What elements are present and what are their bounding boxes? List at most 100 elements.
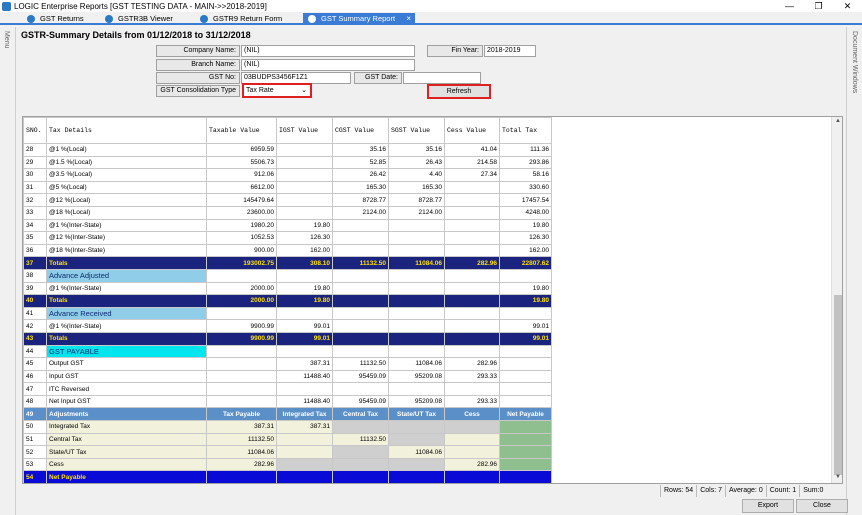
cell-tax-detail[interactable]: @5 %(Local) <box>46 180 207 195</box>
cell-cgst[interactable] <box>332 420 389 434</box>
cell-tax-detail[interactable]: Advance Received <box>46 306 207 321</box>
cell-tax-detail[interactable]: State/UT Tax <box>46 445 207 459</box>
cell-cgst[interactable]: 95459.09 <box>332 369 389 384</box>
cell-total[interactable]: 19.80 <box>499 294 552 308</box>
cell-taxable[interactable]: 6959.59 <box>206 143 277 157</box>
refresh-button[interactable]: Refresh <box>427 84 491 99</box>
cell-tax-detail[interactable]: @12 %(Local) <box>46 193 207 207</box>
tab-gst-summary-report[interactable]: GST Summary Report × <box>303 13 415 25</box>
cell-cess[interactable]: Cess <box>444 407 500 422</box>
cell-taxable[interactable]: 9900.99 <box>206 319 277 333</box>
cell-total[interactable]: 4248.00 <box>499 205 552 220</box>
cell-tax-detail[interactable]: @1 %(Inter-State) <box>46 319 207 333</box>
cell-igst[interactable] <box>276 168 333 182</box>
cell-igst[interactable]: 126.30 <box>276 231 333 245</box>
cell-cess[interactable] <box>444 193 500 207</box>
cell-sno[interactable]: 47 <box>23 382 47 396</box>
cell-total[interactable] <box>499 357 552 371</box>
table-row[interactable]: 34 @1 %(Inter-State) 1980.20 19.80 19.80 <box>23 218 552 233</box>
cell-igst[interactable] <box>276 205 333 220</box>
cell-total[interactable] <box>499 420 552 434</box>
cell-cess[interactable]: 282.96 <box>444 357 500 371</box>
cell-cgst[interactable] <box>332 294 389 308</box>
table-row[interactable]: 32 @12 %(Local) 145479.64 8728.77 8728.77 174… <box>23 193 552 207</box>
cell-total[interactable] <box>499 457 552 472</box>
minimize-icon[interactable]: — <box>775 0 804 12</box>
cell-igst[interactable]: 19.80 <box>276 294 333 308</box>
column-header[interactable]: Cess Value <box>444 117 500 144</box>
cell-sno[interactable]: 39 <box>23 281 47 296</box>
cell-cess[interactable] <box>444 420 500 434</box>
cell-sgst[interactable] <box>388 470 445 483</box>
cell-cgst[interactable]: 2124.00 <box>332 205 389 220</box>
table-row[interactable]: 46 Input GST 11488.40 95459.09 95209.08 293.3… <box>23 369 552 384</box>
menu-sidebar[interactable]: Menu <box>0 27 16 515</box>
export-button[interactable]: Export <box>742 499 794 513</box>
cell-tax-detail[interactable]: Cess <box>46 457 207 472</box>
cell-sno[interactable]: 46 <box>23 369 47 384</box>
table-row[interactable]: 44 GST PAYABLE <box>23 344 552 359</box>
cell-total[interactable]: 58.16 <box>499 168 552 182</box>
cell-sno[interactable]: 28 <box>23 143 47 157</box>
cell-sno[interactable]: 29 <box>23 155 47 170</box>
cell-sno[interactable]: 35 <box>23 231 47 245</box>
cell-tax-detail[interactable]: @1 %(Inter-State) <box>46 218 207 233</box>
cell-taxable[interactable] <box>206 344 277 359</box>
cell-taxable[interactable]: 11084.06 <box>206 445 277 459</box>
cell-total[interactable]: 126.30 <box>499 231 552 245</box>
cell-taxable[interactable] <box>206 268 277 283</box>
cell-sno[interactable]: 52 <box>23 445 47 459</box>
cell-igst[interactable] <box>276 470 333 483</box>
table-row[interactable]: 47 ITC Reversed <box>23 382 552 396</box>
cell-sgst[interactable]: 26.43 <box>388 155 445 170</box>
scroll-down-icon[interactable]: ▼ <box>832 474 842 480</box>
cell-tax-detail[interactable]: @3.5 %(Local) <box>46 168 207 182</box>
cell-cgst[interactable]: 26.42 <box>332 168 389 182</box>
cell-taxable[interactable]: 1980.20 <box>206 218 277 233</box>
cell-sgst[interactable]: 4.40 <box>388 168 445 182</box>
cell-cgst[interactable]: Central Tax <box>332 407 389 422</box>
fin-year-field[interactable]: 2018-2019 <box>484 45 536 57</box>
cell-tax-detail[interactable]: Central Tax <box>46 432 207 447</box>
table-row[interactable]: 30 @3.5 %(Local) 912.06 26.42 4.40 27.34 58.16 <box>23 168 552 182</box>
cell-sno[interactable]: 37 <box>23 256 47 270</box>
cell-cgst[interactable] <box>332 281 389 296</box>
cell-taxable[interactable]: 5506.73 <box>206 155 277 170</box>
cell-sno[interactable]: 43 <box>23 331 47 346</box>
cell-cess[interactable] <box>444 470 500 483</box>
cell-total[interactable] <box>499 382 552 396</box>
cell-taxable[interactable] <box>206 394 277 409</box>
cell-cess[interactable]: 41.04 <box>444 143 500 157</box>
cell-sno[interactable]: 51 <box>23 432 47 447</box>
summary-grid[interactable]: SNO. Tax Details Taxable Value IGST Valu… <box>22 116 843 484</box>
column-header[interactable]: SNO. <box>23 117 47 144</box>
cell-sgst[interactable] <box>388 218 445 233</box>
cell-sgst[interactable] <box>388 420 445 434</box>
cell-taxable[interactable] <box>206 369 277 384</box>
cell-sgst[interactable]: 2124.00 <box>388 205 445 220</box>
cell-cess[interactable] <box>444 294 500 308</box>
table-row[interactable]: 29 @1.5 %(Local) 5506.73 52.85 26.43 214.58 29… <box>23 155 552 170</box>
table-row[interactable]: 33 @18 %(Local) 23600.00 2124.00 2124.00 4248… <box>23 205 552 220</box>
cell-cess[interactable]: 27.34 <box>444 168 500 182</box>
cell-tax-detail[interactable]: Net Input GST <box>46 394 207 409</box>
cell-igst[interactable] <box>276 193 333 207</box>
cell-cess[interactable] <box>444 382 500 396</box>
table-row[interactable]: 45 Output GST 387.31 11132.50 11084.06 282.96 <box>23 357 552 371</box>
cell-sno[interactable]: 40 <box>23 294 47 308</box>
cell-sgst[interactable] <box>388 432 445 447</box>
cell-igst[interactable]: 99.01 <box>276 319 333 333</box>
cell-cgst[interactable] <box>332 231 389 245</box>
cell-cess[interactable] <box>444 180 500 195</box>
cell-taxable[interactable]: 912.06 <box>206 168 277 182</box>
cell-tax-detail[interactable]: @18 %(Local) <box>46 205 207 220</box>
table-row[interactable]: 51 Central Tax 11132.50 11132.50 <box>23 432 552 447</box>
cell-sgst[interactable]: 95209.08 <box>388 369 445 384</box>
cell-igst[interactable] <box>276 445 333 459</box>
cell-total[interactable] <box>499 306 552 321</box>
cell-sno[interactable]: 38 <box>23 268 47 283</box>
column-header[interactable]: Taxable Value <box>206 117 277 144</box>
cell-cgst[interactable] <box>332 457 389 472</box>
table-row[interactable]: 39 @1 %(Inter-State) 2000.00 19.80 19.80 <box>23 281 552 296</box>
cell-sno[interactable]: 41 <box>23 306 47 321</box>
